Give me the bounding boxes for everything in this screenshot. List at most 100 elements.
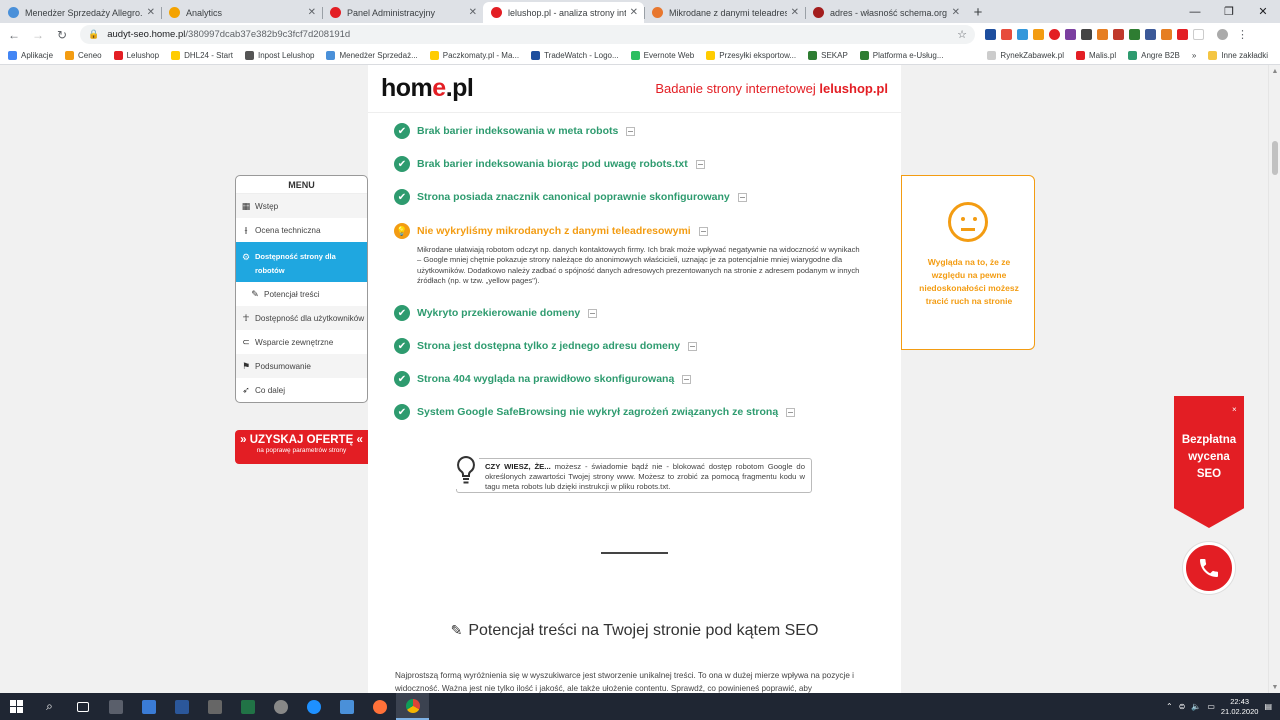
app-icon[interactable] <box>132 693 165 720</box>
edge-icon[interactable] <box>297 693 330 720</box>
app-icon[interactable] <box>198 693 231 720</box>
word-icon[interactable] <box>165 693 198 720</box>
bookmark-item[interactable]: Paczkomaty.pl - Ma... <box>429 50 519 60</box>
expand-toggle-icon[interactable] <box>626 126 636 136</box>
extension-icon[interactable] <box>1097 29 1108 40</box>
bookmark-item[interactable]: Aplikacje <box>8 50 53 60</box>
extension-icon[interactable] <box>1145 29 1156 40</box>
extension-icon[interactable] <box>1001 29 1012 40</box>
extension-icon[interactable] <box>1113 29 1124 40</box>
lock-icon[interactable]: 🔒 <box>88 29 99 40</box>
browser-tab[interactable]: lelushop.pl - analiza strony intern ✕ <box>483 2 644 23</box>
home-pl-logo[interactable]: home.pl <box>381 74 474 103</box>
volume-icon[interactable]: 🔈 <box>1191 702 1201 711</box>
extension-icon[interactable] <box>1161 29 1172 40</box>
bookmark-item[interactable]: Malis.pl <box>1076 50 1116 60</box>
bookmark-item[interactable]: DHL24 - Start <box>171 50 233 60</box>
notifications-icon[interactable]: ▤ <box>1264 702 1272 711</box>
call-button[interactable] <box>1183 542 1235 594</box>
back-icon[interactable]: ← <box>4 25 24 45</box>
menu-item[interactable]: ☥ Dostępność dla użytkowników <box>236 306 367 330</box>
chevron-up-icon[interactable]: ⌃ <box>1166 702 1173 711</box>
new-tab-button[interactable]: + <box>966 2 990 23</box>
bookmark-item[interactable]: SEKAP <box>808 50 848 60</box>
firefox-icon[interactable] <box>363 693 396 720</box>
expand-toggle-icon[interactable] <box>682 374 692 384</box>
scroll-up-icon[interactable]: ▲ <box>1269 65 1280 77</box>
chrome-menu-icon[interactable]: ⋮ <box>1237 28 1248 41</box>
bookmark-item[interactable]: Ceneo <box>65 50 102 60</box>
bookmark-item[interactable]: Lelushop <box>113 50 159 60</box>
bookmark-label: Ceneo <box>78 50 102 60</box>
tab-close-icon[interactable]: ✕ <box>469 7 477 18</box>
bookmark-item[interactable]: Przesyłki eksportow... <box>706 50 796 60</box>
expand-toggle-icon[interactable] <box>588 308 598 318</box>
extension-icon[interactable] <box>1017 29 1028 40</box>
tab-close-icon[interactable]: ✕ <box>791 7 799 18</box>
menu-item[interactable]: ⚑ Podsumowanie <box>236 354 367 378</box>
browser-tab[interactable]: adres - własność schema.org ✕ <box>805 2 966 23</box>
menu-item[interactable]: ✎ Potencjał treści <box>236 282 367 306</box>
close-window-icon[interactable]: ✕ <box>1246 0 1280 23</box>
expand-toggle-icon[interactable] <box>737 192 747 202</box>
other-bookmarks[interactable]: Inne zakładki <box>1208 50 1268 60</box>
app-icon[interactable] <box>330 693 363 720</box>
scroll-thumb[interactable] <box>1272 141 1278 175</box>
menu-item[interactable]: ▦ Wstęp <box>236 194 367 218</box>
menu-item[interactable]: ⫲ Ocena techniczna <box>236 218 367 242</box>
task-view-icon[interactable] <box>66 693 99 720</box>
extension-icon[interactable] <box>1177 29 1188 40</box>
restore-icon[interactable]: ❐ <box>1212 0 1246 23</box>
bookmark-item[interactable]: Angre B2B <box>1128 50 1180 60</box>
minimize-icon[interactable]: — <box>1178 0 1212 23</box>
excel-icon[interactable] <box>231 693 264 720</box>
browser-tab[interactable]: Mikrodane z danymi teleadreso ✕ <box>644 2 805 23</box>
extension-icon[interactable] <box>1129 29 1140 40</box>
page-scrollbar[interactable]: ▲ ▼ <box>1268 65 1280 693</box>
profile-avatar[interactable] <box>1217 29 1228 40</box>
tab-close-icon[interactable]: ✕ <box>630 7 638 18</box>
scroll-down-icon[interactable]: ▼ <box>1269 681 1280 693</box>
menu-item[interactable]: ⊂ Wsparcie zewnętrzne <box>236 330 367 354</box>
get-offer-button[interactable]: » UZYSKAJ OFERTĘ « na poprawę parametrów… <box>235 430 368 464</box>
battery-icon[interactable]: ▭ <box>1207 702 1215 711</box>
extension-icon[interactable] <box>1193 29 1204 40</box>
app-icon[interactable] <box>264 693 297 720</box>
extension-icon[interactable] <box>985 29 996 40</box>
network-icon[interactable]: ⊜ <box>1179 702 1186 711</box>
calculator-icon[interactable] <box>99 693 132 720</box>
tab-close-icon[interactable]: ✕ <box>308 7 316 18</box>
windows-start-icon[interactable] <box>0 693 33 720</box>
bookmark-item[interactable]: Platforma e-Usług... <box>859 50 944 60</box>
free-seo-valuation-badge[interactable]: Bezpłatna wycena SEO <box>1174 396 1244 528</box>
bookmark-item[interactable]: Menedżer Sprzedaż... <box>326 50 418 60</box>
chrome-icon[interactable] <box>396 693 429 720</box>
expand-toggle-icon[interactable] <box>698 226 708 236</box>
badge-close-icon[interactable]: × <box>1232 405 1237 414</box>
tab-close-icon[interactable]: ✕ <box>952 7 960 18</box>
browser-tab[interactable]: Analytics ✕ <box>161 2 322 23</box>
bookmark-item[interactable]: Evernote Web <box>630 50 694 60</box>
address-bar[interactable]: 🔒 audyt-seo.home.pl/380997dcab37e382b9c3… <box>80 25 975 44</box>
bookmark-item[interactable]: Inpost Lelushop <box>244 50 314 60</box>
expand-toggle-icon[interactable] <box>695 159 705 169</box>
bookmark-star-icon[interactable]: ☆ <box>957 28 967 41</box>
forward-icon[interactable]: → <box>28 25 48 45</box>
menu-item[interactable]: ➶ Co dalej <box>236 378 367 402</box>
browser-tab[interactable]: Panel Administracyjny ✕ <box>322 2 483 23</box>
more-bookmarks-button[interactable]: » <box>1192 51 1196 60</box>
clock[interactable]: 22:43 21.02.2020 <box>1221 697 1259 717</box>
expand-toggle-icon[interactable] <box>688 341 698 351</box>
pinterest-icon[interactable] <box>1049 29 1060 40</box>
reload-icon[interactable]: ↻ <box>52 25 72 45</box>
expand-toggle-icon[interactable] <box>786 407 796 417</box>
bookmark-item[interactable]: TradeWatch - Logo... <box>531 50 619 60</box>
extension-icon[interactable] <box>1081 29 1092 40</box>
search-icon[interactable]: ⌕ <box>33 693 66 720</box>
menu-item[interactable]: ⚙ Dostępność strony dla robotów <box>236 242 367 282</box>
browser-tab[interactable]: Menedżer Sprzedaży Allegro.pl ✕ <box>0 2 161 23</box>
tab-close-icon[interactable]: ✕ <box>147 7 155 18</box>
extension-icon[interactable] <box>1033 29 1044 40</box>
bookmark-item[interactable]: RynekZabawek.pl <box>987 50 1064 60</box>
onenote-icon[interactable] <box>1065 29 1076 40</box>
